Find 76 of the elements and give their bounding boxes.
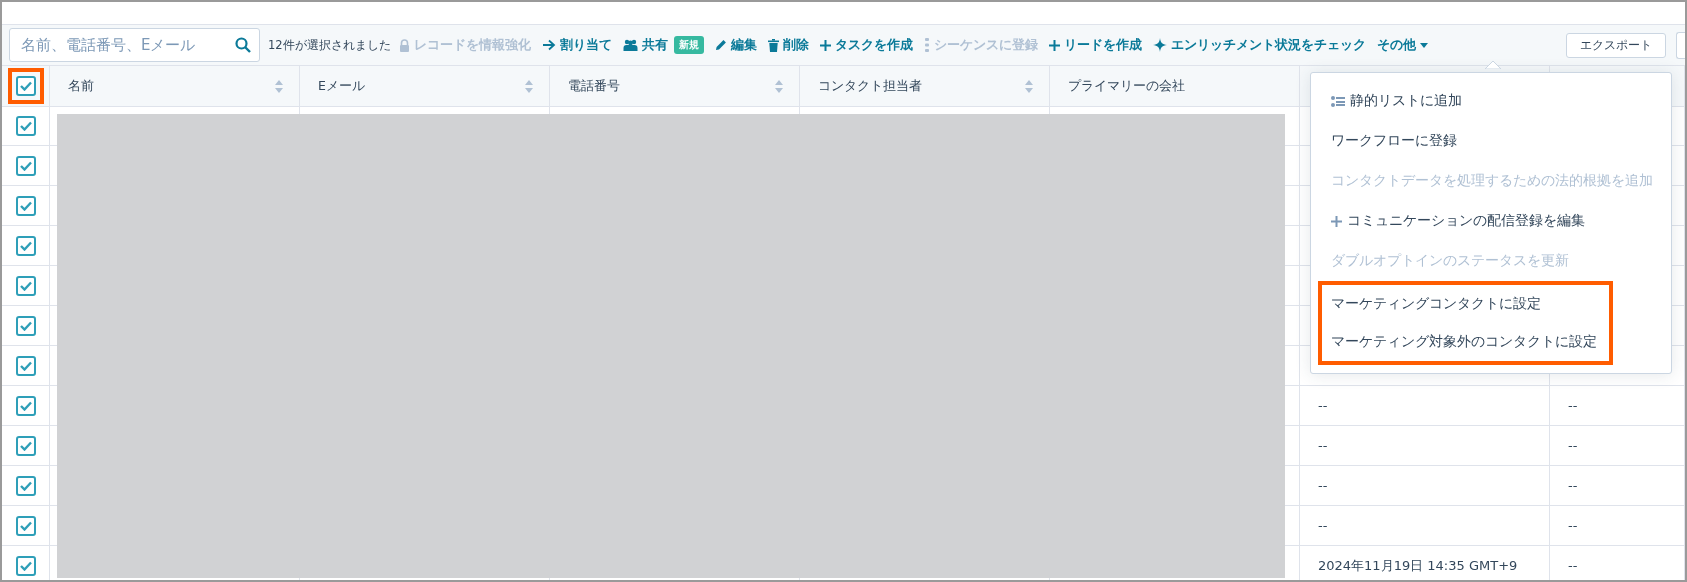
check-icon <box>19 160 32 171</box>
table-cell: -- <box>1550 426 1685 466</box>
sort-icon[interactable] <box>1025 79 1033 93</box>
check-icon <box>19 360 32 371</box>
toolbar-action[interactable]: その他 <box>1376 36 1428 54</box>
plus-icon <box>1048 39 1060 51</box>
export-button[interactable]: エクスポート <box>1566 32 1666 58</box>
list-icon <box>1331 95 1345 107</box>
check-icon <box>19 320 32 331</box>
search-field[interactable]: 名前、電話番号、Eメール <box>19 35 235 55</box>
toolbar-action[interactable]: 割り当て <box>541 36 612 54</box>
checkbox[interactable] <box>15 76 36 96</box>
check-icon <box>19 520 32 531</box>
toolbar-action[interactable]: 削除 <box>767 36 809 54</box>
search-icon <box>235 37 251 53</box>
sort-icon[interactable] <box>775 79 783 93</box>
table-cell: -- <box>1550 386 1685 426</box>
checkbox[interactable] <box>15 435 36 456</box>
table-cell: -- <box>1300 426 1550 466</box>
checkbox[interactable] <box>15 115 36 136</box>
sort-icon[interactable] <box>275 79 283 93</box>
selection-count: 12件が選択されました <box>268 37 391 53</box>
menu-item[interactable]: コミュニケーションの配信登録を編集 <box>1311 201 1671 241</box>
check-icon <box>19 240 32 251</box>
checkbox[interactable] <box>15 475 36 496</box>
toolbar-action[interactable]: 共有 <box>622 36 668 54</box>
check-icon <box>19 120 32 131</box>
sparkle-icon <box>1152 38 1167 52</box>
check-icon <box>19 81 32 91</box>
checkbox[interactable] <box>15 195 36 216</box>
check-icon <box>19 480 32 491</box>
table-cell: -- <box>1550 466 1685 506</box>
table-cell: -- <box>1300 386 1550 426</box>
new-badge: 新規 <box>673 36 704 54</box>
checkbox[interactable] <box>15 355 36 376</box>
checkbox[interactable] <box>15 275 36 296</box>
check-icon <box>19 440 32 451</box>
check-icon <box>19 560 32 571</box>
checkbox[interactable] <box>15 555 36 576</box>
checkbox[interactable] <box>15 515 36 536</box>
caret-icon <box>1419 42 1428 48</box>
toolbar-action[interactable]: 編集 <box>714 36 757 54</box>
menu-item[interactable]: 静的リストに追加 <box>1311 81 1671 121</box>
dots-vertical-icon <box>923 38 930 52</box>
column-header[interactable]: Eメール <box>300 66 550 107</box>
column-header[interactable]: 電話番号 <box>550 66 800 107</box>
pencil-icon <box>714 39 727 51</box>
checkbox[interactable] <box>15 315 36 336</box>
toolbar-action[interactable]: リードを作成 <box>1048 36 1142 54</box>
trash-icon <box>767 38 779 52</box>
arrow-right-icon <box>541 39 556 51</box>
menu-item[interactable]: マーケティングコンタクトに設定 <box>1322 285 1609 323</box>
menu-item[interactable]: ワークフローに登録 <box>1311 121 1671 161</box>
table-cell: 2024年11月19日 14:35 GMT+9 <box>1300 546 1550 580</box>
toolbar-action[interactable]: タスクを作成 <box>819 36 913 54</box>
column-header[interactable]: プライマリーの会社 <box>1050 66 1300 107</box>
check-icon <box>19 280 32 291</box>
table-cell: -- <box>1300 466 1550 506</box>
column-header[interactable]: 名前 <box>50 66 300 107</box>
sort-icon[interactable] <box>525 79 533 93</box>
table-cell: -- <box>1550 546 1685 580</box>
people-icon <box>622 39 638 51</box>
lock-icon <box>398 38 410 52</box>
search-bar[interactable]: 名前、電話番号、Eメール <box>9 28 260 62</box>
table-cell: -- <box>1550 506 1685 546</box>
toolbar-action[interactable]: エンリッチメント状況をチェック <box>1152 36 1366 54</box>
plus-icon <box>1331 215 1342 227</box>
checkbox[interactable] <box>15 235 36 256</box>
check-icon <box>19 400 32 411</box>
menu-item[interactable]: マーケティング対象外のコンタクトに設定 <box>1322 323 1609 361</box>
checkbox[interactable] <box>15 155 36 176</box>
column-header[interactable]: コンタクト担当者 <box>800 66 1050 107</box>
plus-icon <box>819 39 831 51</box>
table-cell: -- <box>1300 506 1550 546</box>
checkbox[interactable] <box>15 395 36 416</box>
check-icon <box>19 200 32 211</box>
